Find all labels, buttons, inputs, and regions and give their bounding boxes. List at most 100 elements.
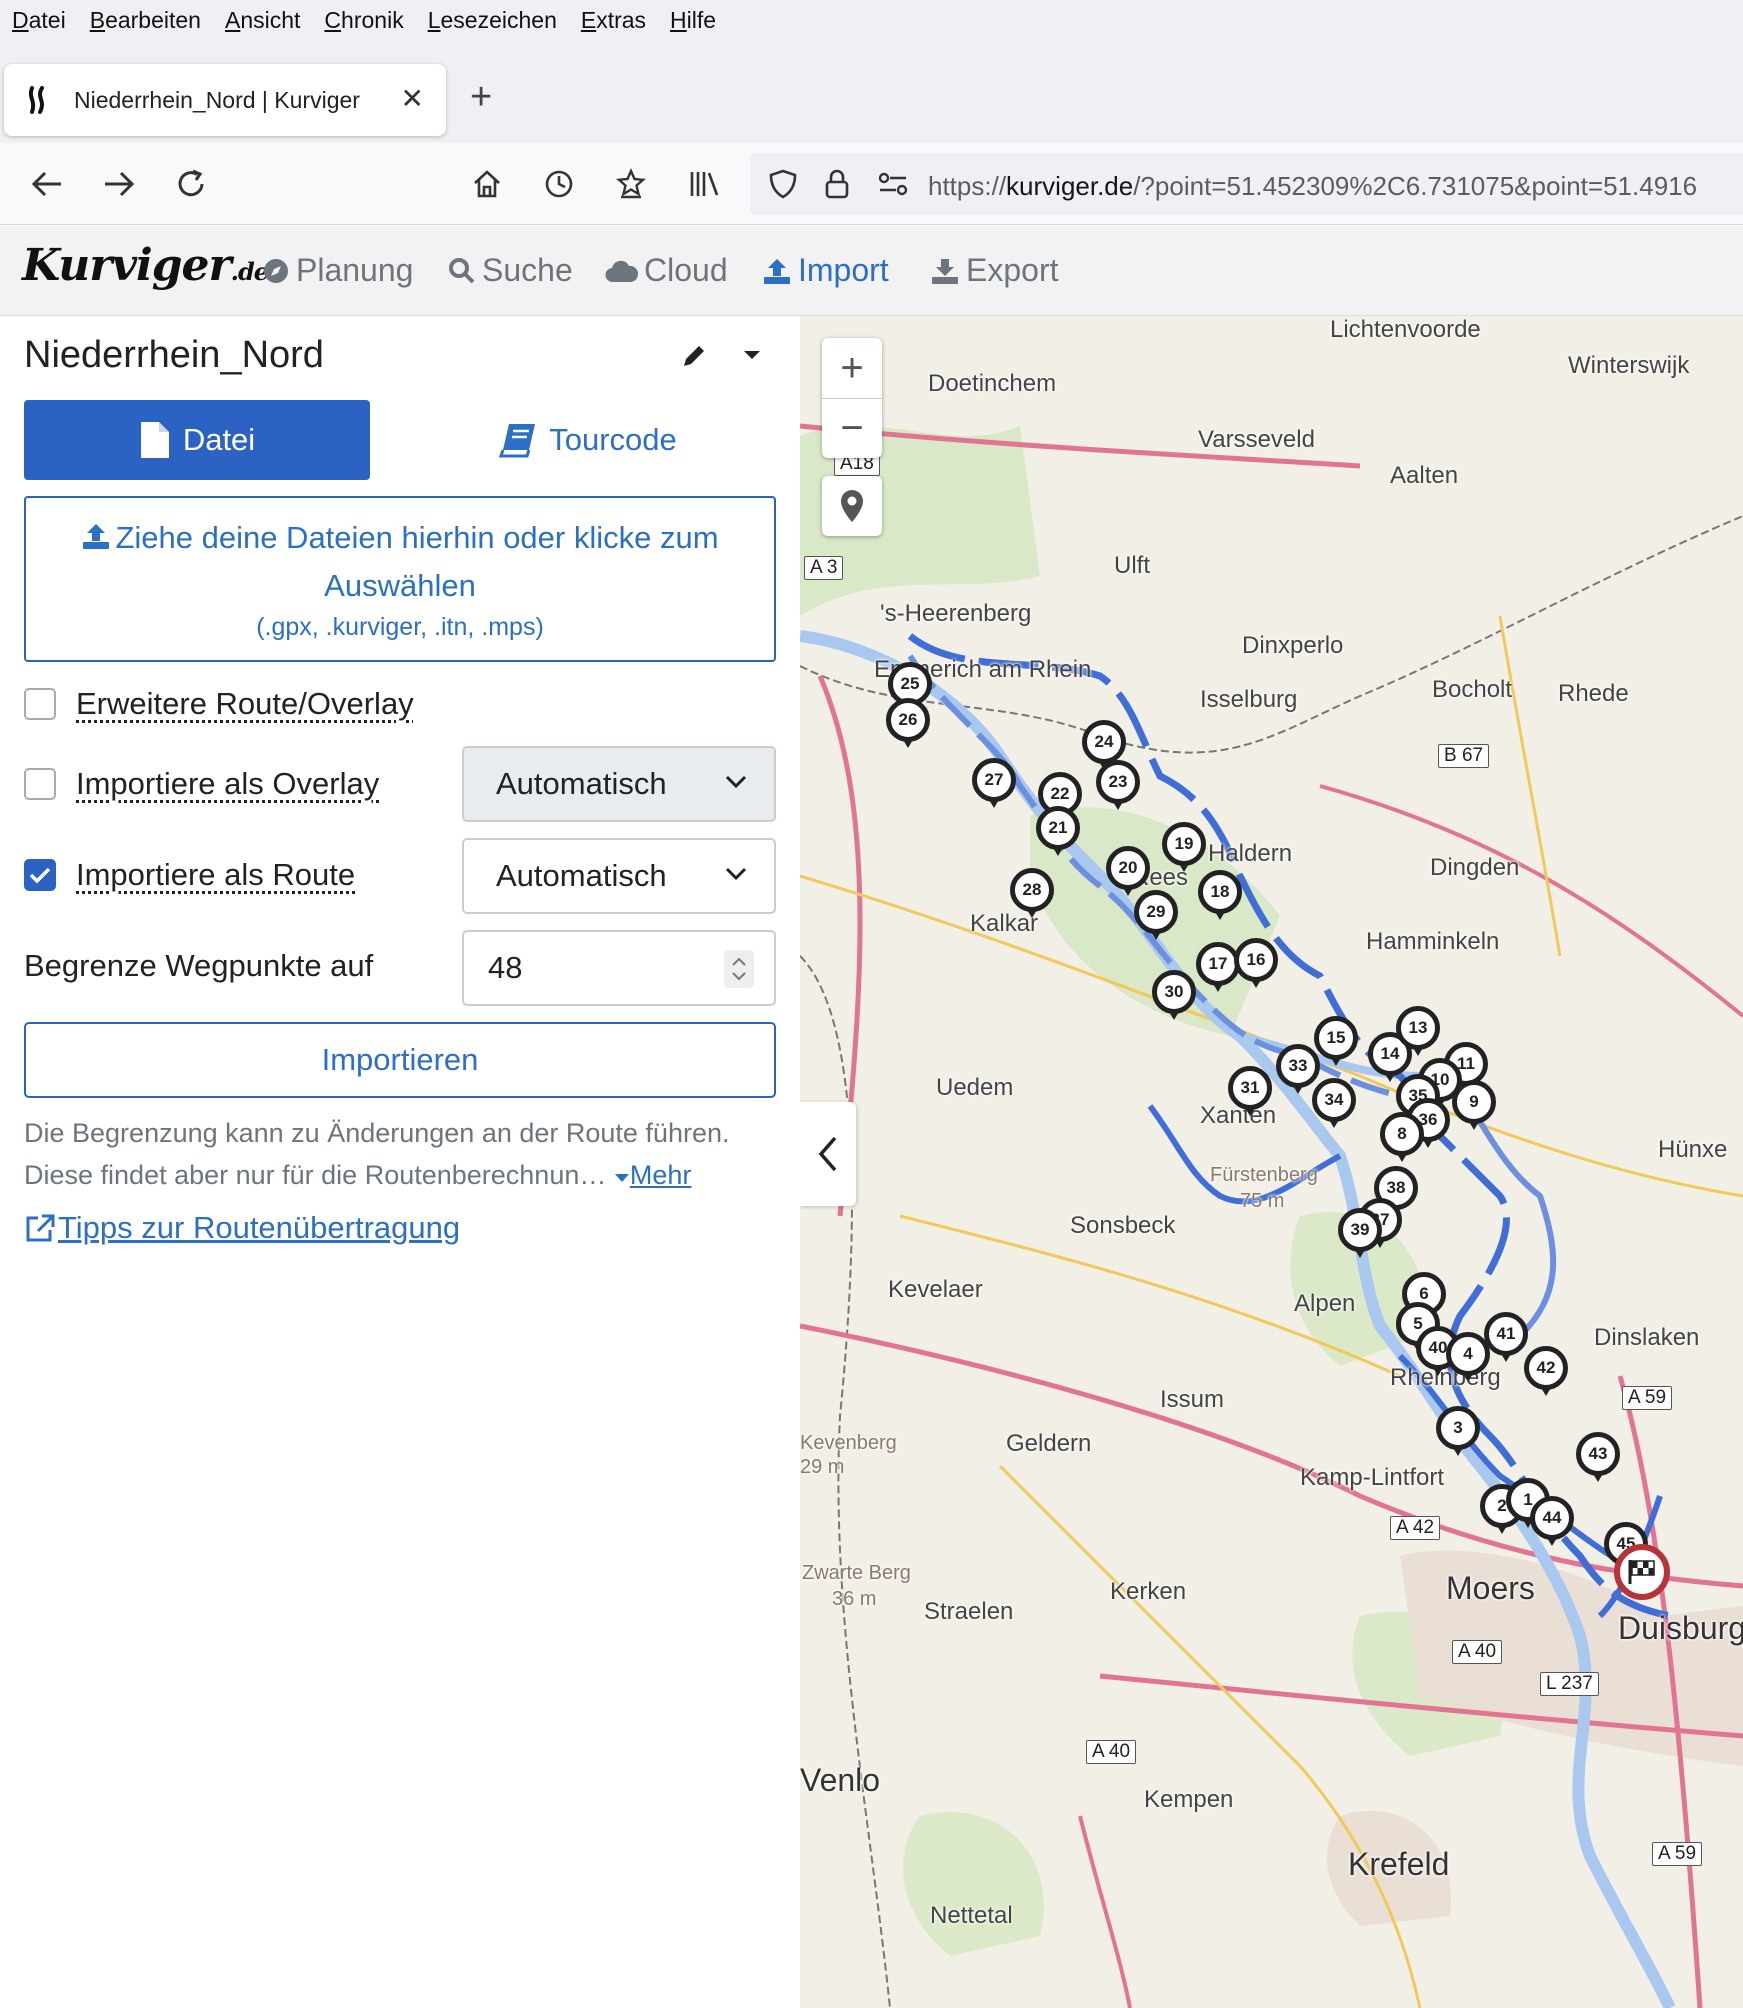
place-label: Winterswijk [1568,352,1690,379]
place-label: Aalten [1390,462,1459,489]
waypoint-marker[interactable]: 42 [1524,1346,1568,1396]
forward-button[interactable] [98,163,140,205]
waypoint-marker[interactable]: 15 [1314,1016,1358,1066]
permissions-icon [878,172,908,196]
place-label: Issum [1160,1386,1225,1413]
waypoint-marker[interactable]: 8 [1380,1112,1424,1162]
waypoint-limit-input[interactable]: 48 [462,930,776,1006]
compass-icon [264,258,288,283]
waypoint-marker[interactable]: 19 [1162,822,1206,872]
menu-chronik[interactable]: Chronik [324,7,403,34]
new-tab-button[interactable]: + [470,78,492,116]
number-spinner[interactable] [724,950,754,988]
nav-import[interactable]: Import [762,252,889,289]
menu-datei[interactable]: Datei [12,7,66,34]
tracking-protection-button[interactable] [762,163,804,205]
menu-ansicht[interactable]: Ansicht [225,7,300,34]
waypoint-marker[interactable]: 3 [1436,1406,1480,1456]
waypoint-marker[interactable]: 13 [1396,1006,1440,1056]
zoom-out-button[interactable]: − [822,398,882,458]
site-security-button[interactable] [816,163,858,205]
place-label: Bocholt [1432,676,1513,703]
place-label: Nettetal [930,1902,1013,1929]
reload-button[interactable] [170,163,212,205]
caret-down-icon[interactable] [742,348,762,367]
waypoint-marker[interactable]: 34 [1312,1078,1356,1128]
menu-bearbeiten[interactable]: Bearbeiten [90,7,201,34]
import-overlay-checkbox[interactable] [24,768,56,800]
menu-hilfe[interactable]: Hilfe [670,7,716,34]
tab-bar: Niederrhein_Nord | Kurviger ✕ + [0,40,1743,143]
waypoint-marker[interactable]: 44 [1530,1496,1574,1546]
permissions-button[interactable] [872,163,914,205]
elevation-label: 75 m [1240,1190,1285,1212]
waypoint-marker[interactable]: 41 [1484,1312,1528,1362]
menu-extras[interactable]: Extras [581,7,646,34]
file-dropzone[interactable]: Ziehe deine Dateien hierhin oder klicke … [24,496,776,662]
nav-suche[interactable]: Suche [448,252,573,289]
waypoint-marker[interactable]: 16 [1234,938,1278,988]
home-button[interactable] [466,163,508,205]
nav-cloud[interactable]: Cloud [604,252,728,289]
waypoint-marker[interactable]: 24 [1082,720,1126,770]
locate-button[interactable] [822,476,882,536]
navigation-bar: https://kurviger.de/?point=51.452309%2C6… [0,143,1743,225]
waypoint-marker[interactable]: 39 [1338,1208,1382,1258]
place-label: Alpen [1294,1290,1356,1317]
extend-route-label: Erweitere Route/Overlay [76,686,414,721]
place-label: Moers [1446,1570,1535,1606]
zoom-in-button[interactable]: + [822,338,882,398]
option-extend-route[interactable]: Erweitere Route/Overlay [24,686,414,722]
waypoint-marker[interactable]: 29 [1134,890,1178,940]
zoom-control: + − [822,338,882,458]
extend-route-checkbox[interactable] [24,688,56,720]
more-link[interactable]: Mehr [614,1160,691,1190]
elevation-label: 29 m [800,1456,845,1478]
nav-planung[interactable]: Planung [262,252,413,289]
map-view[interactable]: Lichtenvoorde Winterswijk Doetinchem Var… [800,316,1743,2008]
place-label: Straelen [924,1598,1014,1625]
menu-lesezeichen[interactable]: Lesezeichen [428,7,557,34]
overlay-mode-select[interactable]: Automatisch [462,746,776,822]
elevation-label: 36 m [832,1588,877,1610]
waypoint-marker[interactable]: 28 [1010,868,1054,918]
import-route-checkbox[interactable] [24,859,56,891]
library-button[interactable] [683,163,725,205]
waypoint-marker[interactable]: 43 [1576,1432,1620,1482]
place-label: Kempen [1144,1786,1234,1813]
tips-link[interactable]: Tipps zur Routenübertragung [24,1210,460,1246]
option-import-route[interactable]: Importiere als Route [24,857,355,893]
pencil-icon[interactable] [680,342,708,375]
back-button[interactable] [26,163,68,205]
waypoint-marker[interactable]: 23 [1096,760,1140,810]
tab-datei[interactable]: Datei [24,400,370,480]
bookmark-star-icon [616,168,646,199]
route-title: Niederrhein_Nord [24,334,324,376]
tab-kurviger[interactable]: Niederrhein_Nord | Kurviger ✕ [4,64,446,136]
road-shield: A 59 [1622,1386,1673,1410]
waypoint-marker[interactable]: 4 [1446,1332,1490,1382]
dropzone-text: Ziehe deine Dateien hierhin oder klicke … [115,520,719,603]
import-button[interactable]: Importieren [24,1022,776,1098]
library-icon [690,172,719,196]
waypoint-marker[interactable]: 27 [972,758,1016,808]
bookmark-button[interactable] [610,163,652,205]
kurviger-brand-logo[interactable]: Kurviger.de [22,240,269,291]
route-mode-select[interactable]: Automatisch [462,838,776,914]
waypoint-marker[interactable]: 20 [1106,846,1150,896]
finish-flag-marker[interactable] [1614,1544,1670,1600]
waypoint-marker[interactable]: 18 [1198,870,1242,920]
waypoint-marker[interactable]: 26 [886,698,930,748]
tab-tourcode[interactable]: Tourcode [400,400,776,480]
option-import-overlay[interactable]: Importiere als Overlay [24,766,379,802]
waypoint-marker[interactable]: 9 [1452,1080,1496,1130]
close-icon[interactable]: ✕ [401,82,424,115]
history-button[interactable] [538,163,580,205]
waypoint-marker[interactable]: 31 [1228,1066,1272,1116]
collapse-sidebar-button[interactable] [800,1102,856,1206]
waypoint-marker[interactable]: 21 [1036,806,1080,856]
waypoint-marker[interactable]: 33 [1276,1044,1320,1094]
nav-export[interactable]: Export [930,252,1058,289]
waypoint-marker[interactable]: 30 [1152,970,1196,1020]
place-label: Dinslaken [1594,1324,1700,1351]
